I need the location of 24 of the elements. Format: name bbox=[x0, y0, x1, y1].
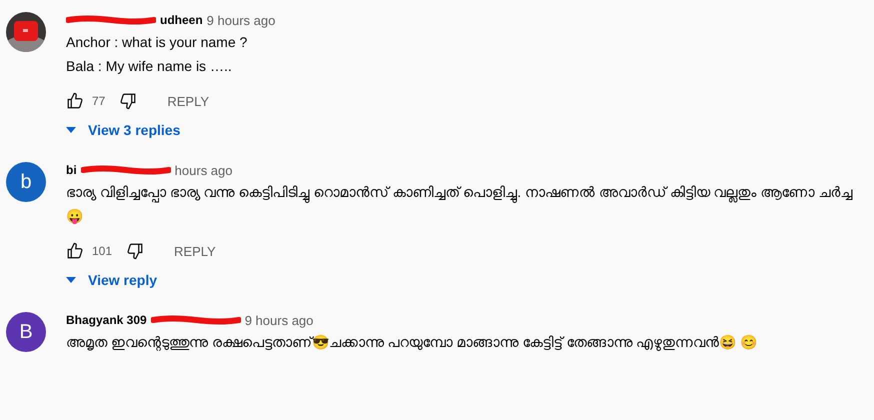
thumbs-up-icon[interactable] bbox=[66, 92, 84, 110]
thumbs-up-icon[interactable] bbox=[66, 242, 84, 260]
comment-text: Anchor : what is your name ? bbox=[66, 33, 248, 52]
comment-text: Bala : My wife name is ….. bbox=[66, 57, 233, 76]
like-count: 77 bbox=[92, 94, 106, 108]
avatar[interactable]: B bbox=[6, 312, 46, 352]
avatar[interactable]: b bbox=[6, 162, 46, 202]
thumbs-down-icon[interactable] bbox=[126, 242, 144, 260]
thumbs-down-icon[interactable] bbox=[119, 92, 138, 110]
view-replies-button[interactable]: View 3 replies bbox=[66, 118, 180, 142]
author-name[interactable]: udheen bbox=[160, 13, 203, 27]
reply-button[interactable]: REPLY bbox=[153, 88, 224, 114]
caret-icon bbox=[66, 127, 76, 133]
view-replies-button[interactable]: View reply bbox=[66, 268, 158, 292]
author-name[interactable]: bi bbox=[66, 163, 77, 177]
author-name[interactable]: Bhagyank 309 bbox=[66, 313, 147, 327]
reply-button[interactable]: REPLY bbox=[160, 238, 230, 264]
comment-time[interactable]: 9 hours ago bbox=[206, 12, 276, 28]
comment-time[interactable]: hours ago bbox=[174, 162, 232, 178]
comment-time[interactable]: 9 hours ago bbox=[244, 312, 314, 328]
caret-icon bbox=[66, 277, 76, 283]
comment-text: ഭാര്യ വിളിച്ചപ്പോ ഭാര്യ വന്നു കെട്ടിപിടിച്ചു റൊമാൻസ് കാണിച്ചത് പൊളിച്ചു. നാഷണൽ അവാർഡ് കിട്ടിയ വല്ലതും ആണോ ചർച്ച 😛 bbox=[66, 183, 854, 226]
comment-text: അമൃത ഇവന്റെടുത്തുന്നു രക്ഷപെട്ടതാണ്😎ചക്കാന്നു പറയുമ്പോ മാങ്ങാന്നു കേട്ടിട്ട് തേങ്ങാന്നു എഴുതുന്നവൻ😆 😊 bbox=[66, 333, 758, 353]
like-count: 101 bbox=[92, 244, 112, 258]
